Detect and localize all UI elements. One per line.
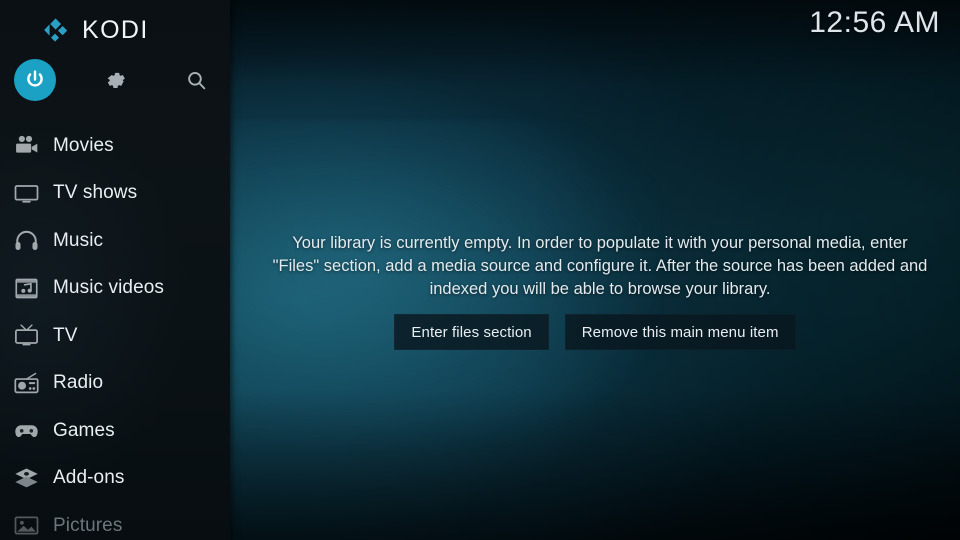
kodi-logo-icon <box>44 18 68 42</box>
sidebar-item-label: TV shows <box>53 182 138 204</box>
sidebar-item-games[interactable]: Games <box>0 407 230 455</box>
crt-tv-icon <box>11 321 41 351</box>
sidebar-item-label: TV <box>53 324 78 346</box>
settings-button[interactable] <box>95 59 137 101</box>
sidebar-item-label: Radio <box>53 372 104 394</box>
sidebar-item-tv[interactable]: TV <box>0 312 230 360</box>
sidebar-top-buttons <box>0 59 230 103</box>
empty-library-message: Your library is currently empty. In orde… <box>272 234 928 298</box>
app-logo: KODI <box>40 11 149 49</box>
television-icon <box>11 178 41 208</box>
sidebar-item-label: Music <box>53 229 104 251</box>
sidebar-item-music-videos[interactable]: Music videos <box>0 265 230 313</box>
film-strip-note-icon <box>11 273 41 303</box>
action-buttons: Enter files section Remove this main men… <box>230 314 960 350</box>
package-box-icon <box>11 463 41 493</box>
sidebar-item-movies[interactable]: Movies <box>0 122 230 170</box>
sidebar-item-music[interactable]: Music <box>0 217 230 265</box>
kodi-home-screen: KODI 12:56 AM Movies TV shows Music Musi… <box>0 0 960 540</box>
sidebar-item-add-ons[interactable]: Add-ons <box>0 455 230 503</box>
sidebar-item-pictures[interactable]: Pictures <box>0 502 230 540</box>
sidebar-item-label: Games <box>53 419 115 441</box>
app-name: KODI <box>82 15 149 44</box>
movie-camera-icon <box>11 131 41 161</box>
main-content: Your library is currently empty. In orde… <box>230 0 960 540</box>
photo-icon <box>11 511 41 540</box>
gear-icon <box>107 72 125 88</box>
headphones-icon <box>11 226 41 256</box>
gamepad-icon <box>11 416 41 446</box>
power-button[interactable] <box>14 59 56 101</box>
main-menu: Movies TV shows Music Music videos TV Ra… <box>0 122 230 540</box>
sidebar-item-label: Add-ons <box>53 467 125 489</box>
radio-icon <box>11 368 41 398</box>
sidebar-item-label: Movies <box>53 134 114 156</box>
enter-files-section-button[interactable]: Enter files section <box>394 314 549 350</box>
search-icon <box>187 71 205 89</box>
power-icon <box>27 70 43 87</box>
search-button[interactable] <box>175 59 217 101</box>
sidebar-item-tv-shows[interactable]: TV shows <box>0 170 230 218</box>
sidebar-item-radio[interactable]: Radio <box>0 360 230 408</box>
remove-main-menu-item-button[interactable]: Remove this main menu item <box>564 314 796 350</box>
sidebar-item-label: Pictures <box>53 514 123 536</box>
sidebar-item-label: Music videos <box>53 277 165 299</box>
